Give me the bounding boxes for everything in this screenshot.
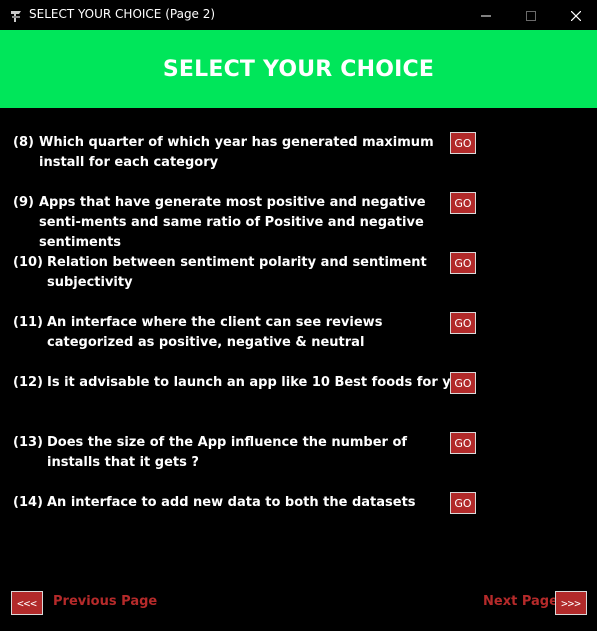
question-text: An interface where the client can see re… (47, 315, 383, 350)
question-text: Does the size of the App influence the n… (47, 435, 408, 470)
python-feather-icon (10, 8, 22, 22)
question-text: Is it advisable to launch an app like 10… (47, 375, 477, 390)
previous-page-label: Previous Page (53, 594, 158, 609)
close-icon (570, 6, 582, 25)
go-button[interactable]: GO (450, 372, 476, 394)
question-number: (9) (13, 195, 34, 210)
page-title: SELECT YOUR CHOICE (162, 56, 435, 82)
next-page-label: Next Page (483, 594, 558, 609)
app-window: SELECT YOUR CHOICE (Page 2) SELECT YOUR … (0, 0, 597, 631)
go-button[interactable]: GO (450, 192, 476, 214)
go-button[interactable]: GO (450, 492, 476, 514)
question-number: (10) (13, 255, 43, 270)
minimize-button[interactable] (463, 0, 509, 30)
go-button[interactable]: GO (450, 132, 476, 154)
go-button[interactable]: GO (450, 252, 476, 274)
maximize-icon (526, 6, 536, 25)
header-banner: SELECT YOUR CHOICE (0, 30, 597, 108)
question-number: (13) (13, 435, 43, 450)
question-text: Relation between sentiment polarity and … (47, 255, 427, 290)
question-item: (14) An interface to add new data to bot… (13, 493, 443, 513)
question-item: (9) Apps that have generate most positiv… (13, 193, 443, 253)
question-text: Which quarter of which year has generate… (39, 135, 434, 170)
window-title: SELECT YOUR CHOICE (Page 2) (29, 7, 216, 21)
question-number: (11) (13, 315, 43, 330)
question-number: (8) (13, 135, 34, 150)
question-item: (8) Which quarter of which year has gene… (13, 133, 443, 173)
question-text: Apps that have generate most positive an… (39, 195, 426, 250)
question-item: (13) Does the size of the App influence … (13, 433, 445, 473)
close-button[interactable] (553, 0, 597, 30)
next-page-button[interactable]: >>> (555, 591, 587, 615)
previous-page-button[interactable]: <<< (11, 591, 43, 615)
go-button[interactable]: GO (450, 432, 476, 454)
title-bar: SELECT YOUR CHOICE (Page 2) (0, 0, 597, 30)
question-number: (12) (13, 375, 43, 390)
go-button[interactable]: GO (450, 312, 476, 334)
minimize-icon (481, 6, 491, 25)
maximize-button[interactable] (508, 0, 554, 30)
question-number: (14) (13, 495, 43, 510)
question-item: (12) Is it advisable to launch an app li… (13, 373, 476, 393)
question-item: (10) Relation between sentiment polarity… (13, 253, 443, 293)
question-item: (11) An interface where the client can s… (13, 313, 443, 353)
question-text: An interface to add new data to both the… (47, 495, 416, 510)
